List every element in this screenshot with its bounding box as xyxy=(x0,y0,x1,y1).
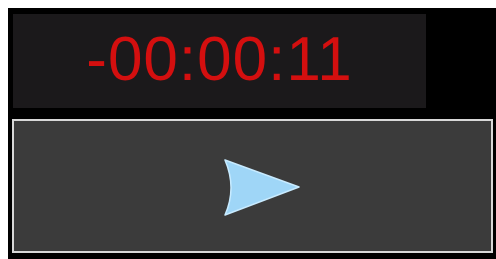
play-button[interactable] xyxy=(12,119,493,253)
timer-panel: -00:00:11 xyxy=(13,14,426,108)
play-icon xyxy=(224,159,300,216)
countdown-timer: -00:00:11 xyxy=(86,25,353,94)
